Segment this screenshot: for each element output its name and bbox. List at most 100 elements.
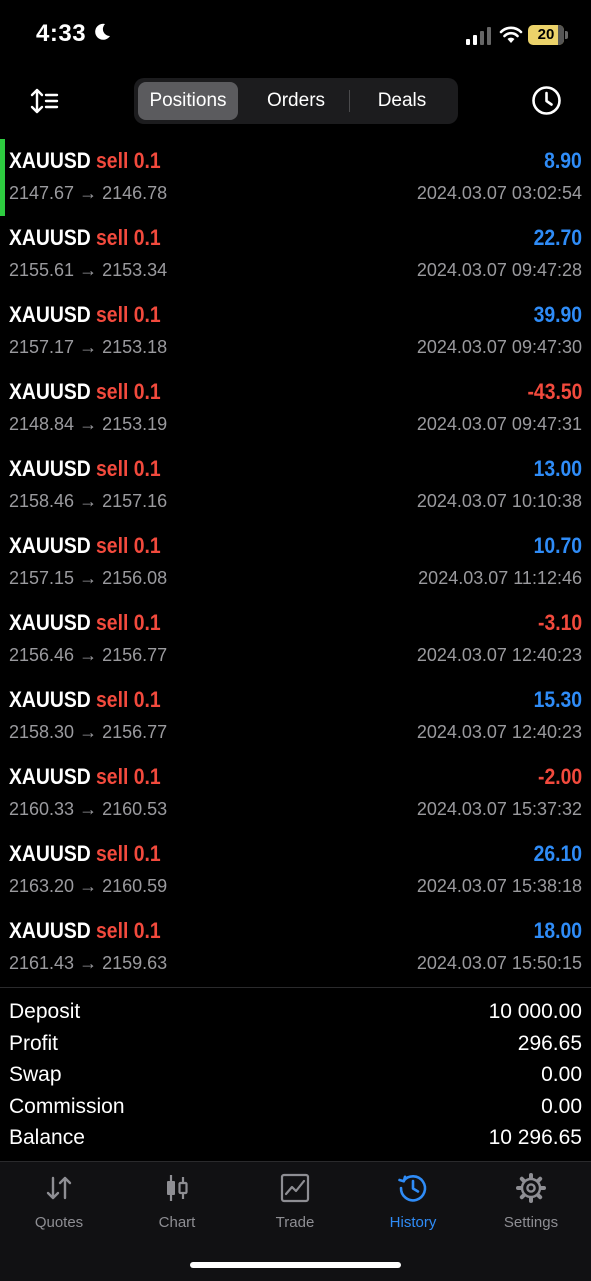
position-row[interactable]: XAUUSD sell 0.1 2147.67 → 2146.78 8.90 2024.…: [0, 139, 591, 216]
summary-label: Deposit: [9, 1000, 81, 1023]
summary-label: Balance: [9, 1126, 85, 1149]
position-side: sell 0.1: [96, 764, 161, 789]
tabbar-settings[interactable]: Settings: [472, 1172, 590, 1242]
position-profit: 15.30: [533, 687, 582, 712]
summary-row-swap: Swap 0.00: [0, 1061, 591, 1093]
position-side: sell 0.1: [96, 302, 161, 327]
position-row[interactable]: XAUUSD sell 0.1 2163.20 → 2160.59 26.10 2024…: [0, 832, 591, 909]
summary-row-commission: Commission 0.00: [0, 1093, 591, 1125]
position-title: XAUUSD sell 0.1: [9, 687, 161, 713]
position-row[interactable]: XAUUSD sell 0.1 2157.17 → 2153.18 39.90 2024…: [0, 293, 591, 370]
position-prices: 2147.67 → 2146.78: [9, 183, 168, 203]
position-title: XAUUSD sell 0.1: [9, 918, 161, 944]
position-symbol: XAUUSD: [9, 379, 91, 404]
position-symbol: XAUUSD: [9, 918, 91, 943]
sort-icon[interactable]: [30, 86, 60, 116]
position-side: sell 0.1: [96, 610, 161, 635]
summary-value: 10 000.00: [488, 1000, 582, 1023]
position-symbol: XAUUSD: [9, 687, 91, 712]
summary-value: 0.00: [541, 1094, 582, 1118]
position-datetime: 2024.03.07 09:47:28: [416, 260, 582, 280]
position-symbol: XAUUSD: [9, 456, 91, 481]
candlestick-icon: [167, 1175, 188, 1201]
position-profit: -3.10: [537, 610, 582, 635]
position-datetime: 2024.03.07 15:38:18: [416, 876, 582, 896]
position-profit: -43.50: [527, 379, 582, 404]
tabbar-quotes[interactable]: Quotes: [0, 1172, 118, 1242]
position-row[interactable]: XAUUSD sell 0.1 2148.84 → 2153.19 -43.50 202…: [0, 370, 591, 447]
trade-chart-icon: [280, 1173, 310, 1203]
position-symbol: XAUUSD: [9, 225, 91, 250]
position-datetime: 2024.03.07 09:47:31: [416, 414, 582, 434]
position-prices: 2148.84 → 2153.19: [9, 414, 168, 434]
position-prices: 2156.46 → 2156.77: [9, 645, 168, 665]
position-profit: 26.10: [533, 841, 582, 866]
position-prices: 2157.17 → 2153.18: [9, 337, 168, 357]
position-prices: 2158.46 → 2157.16: [9, 491, 168, 511]
position-symbol: XAUUSD: [9, 764, 91, 789]
position-profit: 8.90: [544, 148, 582, 173]
position-profit: -2.00: [537, 764, 582, 789]
position-title: XAUUSD sell 0.1: [9, 841, 161, 867]
position-symbol: XAUUSD: [9, 610, 91, 635]
position-row[interactable]: XAUUSD sell 0.1 2155.61 → 2153.34 22.70 2024…: [0, 216, 591, 293]
position-profit: 13.00: [533, 456, 582, 481]
position-datetime: 2024.03.07 09:47:30: [416, 337, 582, 357]
battery-icon: 20: [528, 25, 568, 45]
history-toolbar: Positions Orders Deals: [0, 76, 591, 126]
position-title: XAUUSD sell 0.1: [9, 764, 161, 790]
cellular-signal-icon: [466, 27, 491, 45]
position-datetime: 2024.03.07 12:40:23: [416, 722, 582, 742]
position-prices: 2163.20 → 2160.59: [9, 876, 168, 896]
position-prices: 2157.15 → 2156.08: [9, 568, 168, 588]
summary-row-profit: Profit 296.65: [0, 1030, 591, 1062]
period-clock-icon[interactable]: [531, 85, 562, 116]
position-datetime: 2024.03.07 10:10:38: [416, 491, 582, 511]
position-row[interactable]: XAUUSD sell 0.1 2160.33 → 2160.53 -2.00 2024…: [0, 755, 591, 832]
position-datetime: 2024.03.07 11:12:46: [418, 568, 582, 588]
position-row[interactable]: XAUUSD sell 0.1 2156.46 → 2156.77 -3.10 2024…: [0, 601, 591, 678]
summary-value: 296.65: [517, 1031, 582, 1055]
position-side: sell 0.1: [96, 225, 161, 250]
position-title: XAUUSD sell 0.1: [9, 302, 161, 328]
summary-label: Commission: [9, 1094, 125, 1118]
position-row[interactable]: XAUUSD sell 0.1 2158.30 → 2156.77 15.30 2024…: [0, 678, 591, 755]
position-profit: 18.00: [533, 918, 582, 943]
battery-level: 20: [537, 26, 555, 43]
home-indicator: [190, 1262, 401, 1268]
tabbar-chart[interactable]: Chart: [118, 1172, 236, 1242]
summary-label: Swap: [9, 1063, 62, 1086]
summary-label: Profit: [9, 1031, 59, 1055]
position-profit: 22.70: [533, 225, 582, 250]
tab-deals[interactable]: Deals: [350, 82, 454, 120]
position-title: XAUUSD sell 0.1: [9, 148, 161, 174]
tabbar-trade[interactable]: Trade: [236, 1172, 354, 1242]
tabbar-trade-label: Trade: [275, 1214, 315, 1231]
summary-value: 10 296.65: [488, 1126, 582, 1149]
position-profit: 39.90: [533, 302, 582, 327]
summary-value: 0.00: [541, 1063, 582, 1086]
status-bar: 4:33 20: [0, 0, 591, 70]
position-profit: 10.70: [533, 533, 582, 558]
position-symbol: XAUUSD: [9, 841, 91, 866]
position-row[interactable]: XAUUSD sell 0.1 2161.43 → 2159.63 18.00 2024…: [0, 909, 591, 986]
tabbar-history[interactable]: History: [354, 1172, 472, 1242]
position-datetime: 2024.03.07 15:50:15: [416, 953, 582, 973]
wifi-icon: [499, 26, 523, 43]
position-title: XAUUSD sell 0.1: [9, 533, 161, 559]
position-datetime: 2024.03.07 15:37:32: [416, 799, 582, 819]
position-side: sell 0.1: [96, 379, 161, 404]
position-side: sell 0.1: [96, 148, 161, 173]
tab-positions[interactable]: Positions: [138, 82, 238, 120]
position-symbol: XAUUSD: [9, 302, 91, 327]
position-row[interactable]: XAUUSD sell 0.1 2158.46 → 2157.16 13.00 2024…: [0, 447, 591, 524]
position-symbol: XAUUSD: [9, 148, 91, 173]
list-divider: [0, 987, 591, 988]
position-side: sell 0.1: [96, 841, 161, 866]
position-symbol: XAUUSD: [9, 533, 91, 558]
tab-orders[interactable]: Orders: [242, 82, 350, 120]
quotes-arrows-icon: [46, 1176, 72, 1200]
position-row[interactable]: XAUUSD sell 0.1 2157.15 → 2156.08 10.70 2024…: [0, 524, 591, 601]
tabbar-settings-label: Settings: [503, 1214, 559, 1231]
history-clock-icon: [398, 1175, 427, 1202]
